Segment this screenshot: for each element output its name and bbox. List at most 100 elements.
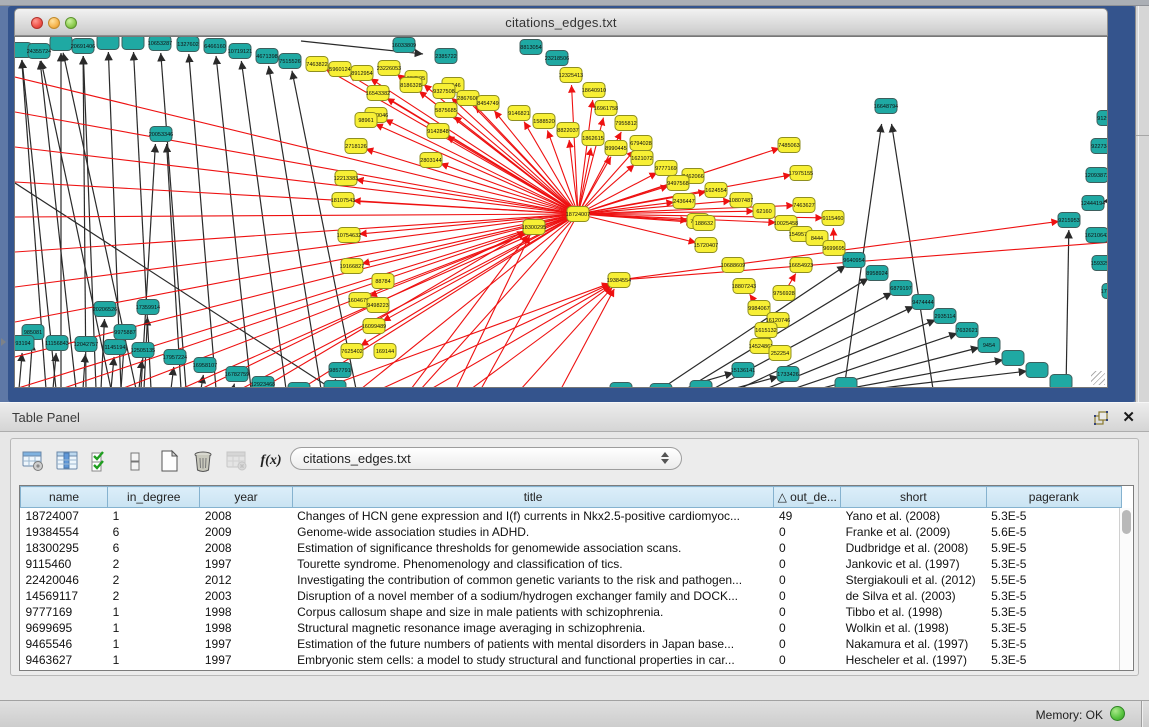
graph-node[interactable]: 93194 [15, 336, 34, 351]
graph-node[interactable]: 9498223 [367, 298, 389, 313]
graph-node[interactable] [690, 381, 712, 389]
graph-node[interactable]: 9327508 [433, 84, 455, 99]
table-row[interactable]: 1938455462009Genome-wide association stu… [21, 524, 1122, 540]
window-titlebar[interactable]: citations_edges.txt [14, 8, 1108, 36]
graph-node[interactable]: 169144 [374, 344, 396, 359]
table-scrollbar-thumb[interactable] [1122, 510, 1131, 534]
show-columns-icon[interactable] [53, 447, 81, 475]
graph-node[interactable] [1002, 351, 1024, 366]
column-header-pagerank[interactable]: pagerank [986, 487, 1121, 508]
graph-node[interactable]: 18107543 [331, 193, 355, 208]
table-row[interactable]: 946554611997Estimation of the future num… [21, 636, 1122, 652]
graph-node[interactable] [324, 381, 346, 389]
graph-node[interactable]: 9454 [978, 338, 1000, 353]
graph-node[interactable]: 7463822 [306, 57, 328, 72]
graph-node[interactable]: 9129946 [1097, 111, 1108, 126]
graph-node[interactable]: 7955812 [615, 116, 637, 131]
graph-node[interactable]: 1327602 [177, 37, 199, 52]
graph-node[interactable]: 16961758 [594, 101, 618, 116]
graph-node[interactable]: 10653287 [148, 37, 172, 51]
graph-node[interactable]: 1615132 [755, 323, 777, 338]
graph-node[interactable]: 9756928 [773, 286, 795, 301]
graph-node[interactable]: 8912954 [351, 66, 373, 81]
graph-node[interactable]: 1624554 [705, 183, 727, 198]
graph-node[interactable]: 8186328 [400, 78, 422, 93]
graph-node[interactable]: 9777169 [655, 161, 677, 176]
table-selector-dropdown[interactable]: citations_edges.txt [290, 447, 682, 470]
graph-node[interactable]: 18807243 [732, 279, 756, 294]
graph-node[interactable] [650, 384, 672, 389]
graph-node[interactable]: 19166827 [340, 259, 364, 274]
graph-node[interactable]: 16654923 [789, 258, 813, 273]
table-row[interactable]: 911546021997Tourette syndrome. Phenomeno… [21, 556, 1122, 572]
graph-node[interactable]: 9640954 [843, 253, 865, 268]
graph-node[interactable]: 15136141 [731, 363, 755, 378]
table-scrollbar[interactable] [1119, 508, 1132, 670]
graph-node[interactable] [288, 383, 310, 389]
close-panel-icon[interactable]: ✕ [1122, 408, 1135, 426]
function-builder-icon[interactable]: f(x) [257, 447, 285, 475]
graph-node[interactable]: 18640910 [582, 83, 606, 98]
graph-node[interactable]: 2385722 [435, 49, 457, 64]
graph-node[interactable]: 2935114 [934, 309, 956, 324]
graph-node[interactable]: 9215953 [1058, 213, 1080, 228]
graph-node[interactable]: 8454749 [477, 96, 499, 111]
graph-node[interactable]: 17359914 [136, 300, 160, 315]
panel-collapse-arrow-icon[interactable] [1, 338, 6, 346]
table-row[interactable]: 1456911722003Disruption of a novel membe… [21, 588, 1122, 604]
window-resize-grip[interactable] [1091, 371, 1105, 385]
graph-node[interactable]: 98961 [355, 113, 377, 128]
graph-node[interactable]: 9115460 [822, 211, 844, 226]
graph-node[interactable]: 2867608 [457, 91, 479, 106]
graph-node[interactable]: 20053346 [149, 127, 173, 142]
graph-node[interactable]: 9142848 [427, 124, 449, 139]
graph-node[interactable] [50, 37, 72, 51]
graph-node[interactable]: 7625402 [341, 344, 363, 359]
graph-node[interactable]: 12325413 [559, 68, 583, 83]
graph-node[interactable]: 1145194 [104, 340, 126, 355]
graph-node[interactable]: 17957224 [163, 350, 187, 365]
graph-node[interactable]: 2718126 [345, 139, 367, 154]
graph-node[interactable]: 8813054 [520, 40, 542, 55]
graph-node[interactable]: 20691406 [71, 39, 95, 54]
graph-node[interactable]: 23218506 [545, 51, 569, 66]
graph-node[interactable] [97, 37, 119, 50]
graph-node[interactable]: 24355724 [27, 44, 51, 59]
memory-ok-indicator-icon[interactable] [1110, 706, 1125, 721]
graph-node[interactable]: 10719121 [228, 44, 252, 59]
graph-node[interactable]: 18724007 [566, 207, 590, 222]
graph-node[interactable]: 12093872 [1085, 168, 1108, 183]
graph-node[interactable]: 7463627 [793, 198, 815, 213]
column-header-name[interactable]: name [21, 487, 108, 508]
graph-node[interactable]: 62160 [753, 204, 775, 219]
select-all-functions-icon[interactable] [87, 447, 115, 475]
graph-node[interactable]: 1588520 [533, 114, 555, 129]
graph-node[interactable]: 16782759 [225, 367, 249, 382]
graph-node[interactable]: 16543382 [366, 86, 390, 101]
table-row[interactable]: 969969511998Structural magnetic resonanc… [21, 620, 1122, 636]
graph-node[interactable]: 17975155 [789, 166, 813, 181]
graph-node[interactable]: 9984067 [748, 301, 770, 316]
graph-node[interactable]: 5875685 [435, 103, 457, 118]
graph-node[interactable]: 16958107 [193, 358, 217, 373]
graph-node[interactable]: 16033809 [392, 38, 416, 53]
graph-node[interactable] [1026, 363, 1048, 378]
graph-node[interactable]: 23226053 [377, 61, 401, 76]
graph-node[interactable]: 16210643 [1085, 228, 1108, 243]
new-table-icon[interactable] [155, 447, 183, 475]
graph-node[interactable]: 16099489 [362, 319, 386, 334]
graph-node[interactable]: 8990445 [605, 141, 627, 156]
graph-node[interactable]: 9975887 [114, 325, 136, 340]
column-header-title[interactable]: title [292, 487, 774, 508]
table-row[interactable]: 1830029562008Estimation of significance … [21, 540, 1122, 556]
graph-node[interactable]: 15932971 [1091, 256, 1108, 271]
graph-node[interactable]: 88784 [372, 274, 394, 289]
graph-node[interactable]: 4671398 [256, 49, 278, 64]
graph-node[interactable]: 1621072 [631, 151, 653, 166]
graph-node[interactable]: 12444194 [1081, 196, 1105, 211]
graph-node[interactable] [835, 378, 857, 389]
graph-node[interactable]: 252254 [769, 346, 791, 361]
graph-node[interactable]: 12505135 [131, 343, 155, 358]
graph-node[interactable]: 11156843 [45, 336, 69, 351]
table-row[interactable]: 1872400712008Changes of HCN gene express… [21, 508, 1122, 524]
